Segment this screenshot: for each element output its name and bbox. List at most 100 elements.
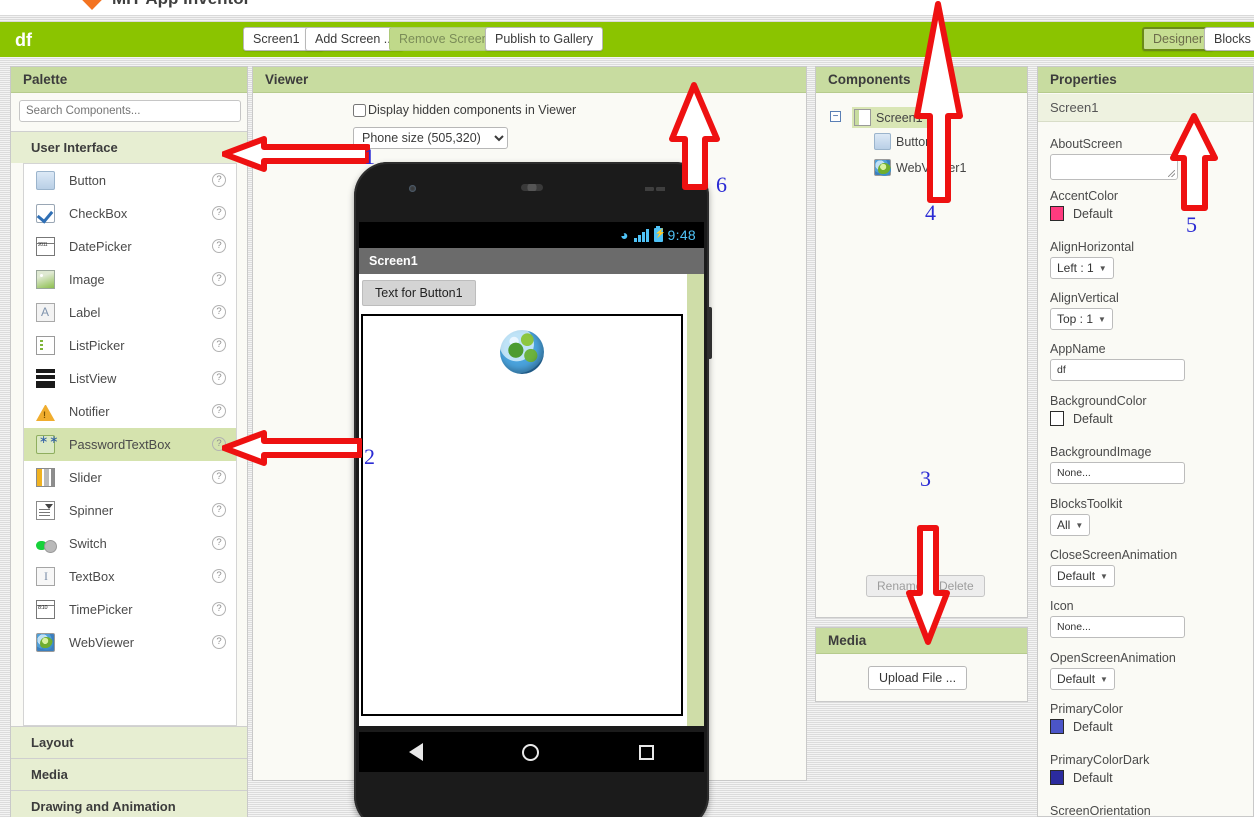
datepicker-icon: [36, 237, 55, 256]
property-backgroundimage: BackgroundImage None...: [1050, 445, 1185, 484]
palette-section-drawing-and-animation[interactable]: Drawing and Animation: [11, 790, 247, 817]
property-label: AlignHorizontal: [1050, 240, 1135, 254]
color-swatch[interactable]: [1050, 770, 1064, 785]
remove-screen-button[interactable]: Remove Screen: [389, 27, 499, 51]
blocks-tab-button[interactable]: Blocks: [1204, 27, 1254, 51]
property-textarea[interactable]: [1050, 154, 1178, 180]
color-swatch[interactable]: [1050, 719, 1064, 734]
property-label: CloseScreenAnimation: [1050, 548, 1178, 562]
viewer-scrollbar[interactable]: [687, 274, 704, 726]
property-aboutscreen: AboutScreen: [1050, 137, 1178, 180]
help-icon[interactable]: ?: [212, 338, 226, 352]
annotation-arrow-4: [910, 0, 966, 205]
viewer-webviewer1[interactable]: [361, 314, 683, 716]
color-swatch[interactable]: [1050, 411, 1064, 426]
globe-icon: [500, 330, 544, 374]
phone-status-bar: ◕ 9:48: [359, 222, 704, 248]
property-input[interactable]: None...: [1050, 462, 1185, 484]
help-icon[interactable]: ?: [212, 569, 226, 583]
webviewer-icon: [36, 633, 55, 652]
help-icon[interactable]: ?: [212, 536, 226, 550]
property-primarycolor: PrimaryColor Default: [1050, 702, 1123, 734]
palette-item-label[interactable]: Label?: [24, 296, 236, 329]
help-icon[interactable]: ?: [212, 173, 226, 187]
property-color-picker[interactable]: Default: [1050, 411, 1147, 426]
help-icon[interactable]: ?: [212, 404, 226, 418]
property-select[interactable]: Default ▼: [1050, 565, 1115, 587]
palette-item-spinner[interactable]: Spinner?: [24, 494, 236, 527]
property-backgroundcolor: BackgroundColor Default: [1050, 394, 1147, 426]
palette-item-passwordtextbox[interactable]: PasswordTextBox?: [24, 428, 236, 461]
phone-title-bar: Screen1: [359, 248, 704, 274]
annotation-number-3: 3: [920, 466, 931, 491]
property-screenorientation: ScreenOrientation: [1050, 804, 1151, 816]
tree-collapse-toggle[interactable]: −: [830, 111, 841, 122]
palette-section-layout[interactable]: Layout: [11, 726, 247, 758]
help-icon[interactable]: ?: [212, 239, 226, 253]
help-icon[interactable]: ?: [212, 272, 226, 286]
palette-item-label: ListPicker: [69, 338, 125, 353]
palette-item-image[interactable]: Image?: [24, 263, 236, 296]
publish-to-gallery-button[interactable]: Publish to Gallery: [485, 27, 603, 51]
palette-item-switch[interactable]: Switch?: [24, 527, 236, 560]
property-label: BackgroundColor: [1050, 394, 1147, 408]
palette-section-user-interface[interactable]: User Interface: [11, 131, 247, 163]
palette-item-slider[interactable]: Slider?: [24, 461, 236, 494]
screen-icon: [854, 109, 871, 126]
help-icon[interactable]: ?: [212, 371, 226, 385]
button-icon: [36, 171, 55, 190]
help-icon[interactable]: ?: [212, 305, 226, 319]
button-icon: [874, 133, 891, 150]
switch-icon: [36, 540, 57, 553]
project-name: df: [15, 30, 32, 50]
phone-size-select[interactable]: Phone size (505,320): [353, 127, 508, 149]
palette-item-notifier[interactable]: Notifier?: [24, 395, 236, 428]
help-icon[interactable]: ?: [212, 470, 226, 484]
palette-item-button[interactable]: Button?: [24, 164, 236, 197]
property-select[interactable]: Default ▼: [1050, 668, 1115, 690]
property-select[interactable]: Top : 1 ▼: [1050, 308, 1113, 330]
property-select[interactable]: Left : 1 ▼: [1050, 257, 1114, 279]
chevron-down-icon: ▼: [1098, 314, 1106, 324]
property-label: AppName: [1050, 342, 1106, 356]
property-alignvertical: AlignVertical Top : 1 ▼: [1050, 291, 1119, 330]
property-label: PrimaryColorDark: [1050, 753, 1150, 767]
property-select[interactable]: All ▼: [1050, 514, 1091, 536]
display-hidden-components-checkbox-row[interactable]: Display hidden components in Viewer: [353, 103, 576, 117]
upload-file-button[interactable]: Upload File ...: [868, 666, 968, 690]
annotation-arrow-2: [222, 430, 362, 466]
property-color-picker[interactable]: Default: [1050, 719, 1123, 734]
palette-item-webviewer[interactable]: WebViewer?: [24, 626, 236, 659]
back-icon: [408, 743, 423, 761]
chevron-down-icon: ▼: [1098, 263, 1107, 273]
palette-item-listview[interactable]: ListView?: [24, 362, 236, 395]
property-color-picker[interactable]: Default: [1050, 206, 1118, 221]
property-value: Top : 1: [1057, 312, 1094, 326]
color-swatch[interactable]: [1050, 206, 1064, 221]
property-input[interactable]: None...: [1050, 616, 1185, 638]
palette-item-label: Switch: [69, 536, 107, 551]
palette-item-datepicker[interactable]: DatePicker?: [24, 230, 236, 263]
phone-speaker-icon: [520, 184, 543, 191]
search-input[interactable]: [19, 100, 241, 122]
help-icon[interactable]: ?: [212, 635, 226, 649]
help-icon[interactable]: ?: [212, 503, 226, 517]
annotation-arrow-3: [903, 525, 953, 645]
palette-item-checkbox[interactable]: CheckBox?: [24, 197, 236, 230]
palette-item-textbox[interactable]: TextBox?: [24, 560, 236, 593]
app-logo-strip: MIT App Inventor: [0, 0, 1254, 15]
property-input[interactable]: df: [1050, 359, 1185, 381]
palette-section-media[interactable]: Media: [11, 758, 247, 790]
palette-item-list: Button?CheckBox?DatePicker?Image?Label?L…: [23, 163, 237, 726]
property-label: AboutScreen: [1050, 137, 1123, 151]
help-icon[interactable]: ?: [212, 602, 226, 616]
viewer-button1[interactable]: Text for Button1: [362, 280, 476, 306]
palette-item-listpicker[interactable]: ListPicker?: [24, 329, 236, 362]
property-value: Default: [1073, 206, 1113, 221]
display-hidden-components-checkbox[interactable]: [353, 103, 366, 117]
phone-screen-canvas[interactable]: Text for Button1: [359, 274, 704, 726]
help-icon[interactable]: ?: [212, 206, 226, 220]
annotation-arrow-6: [666, 81, 722, 191]
palette-item-timepicker[interactable]: TimePicker?: [24, 593, 236, 626]
property-color-picker[interactable]: Default: [1050, 770, 1149, 785]
